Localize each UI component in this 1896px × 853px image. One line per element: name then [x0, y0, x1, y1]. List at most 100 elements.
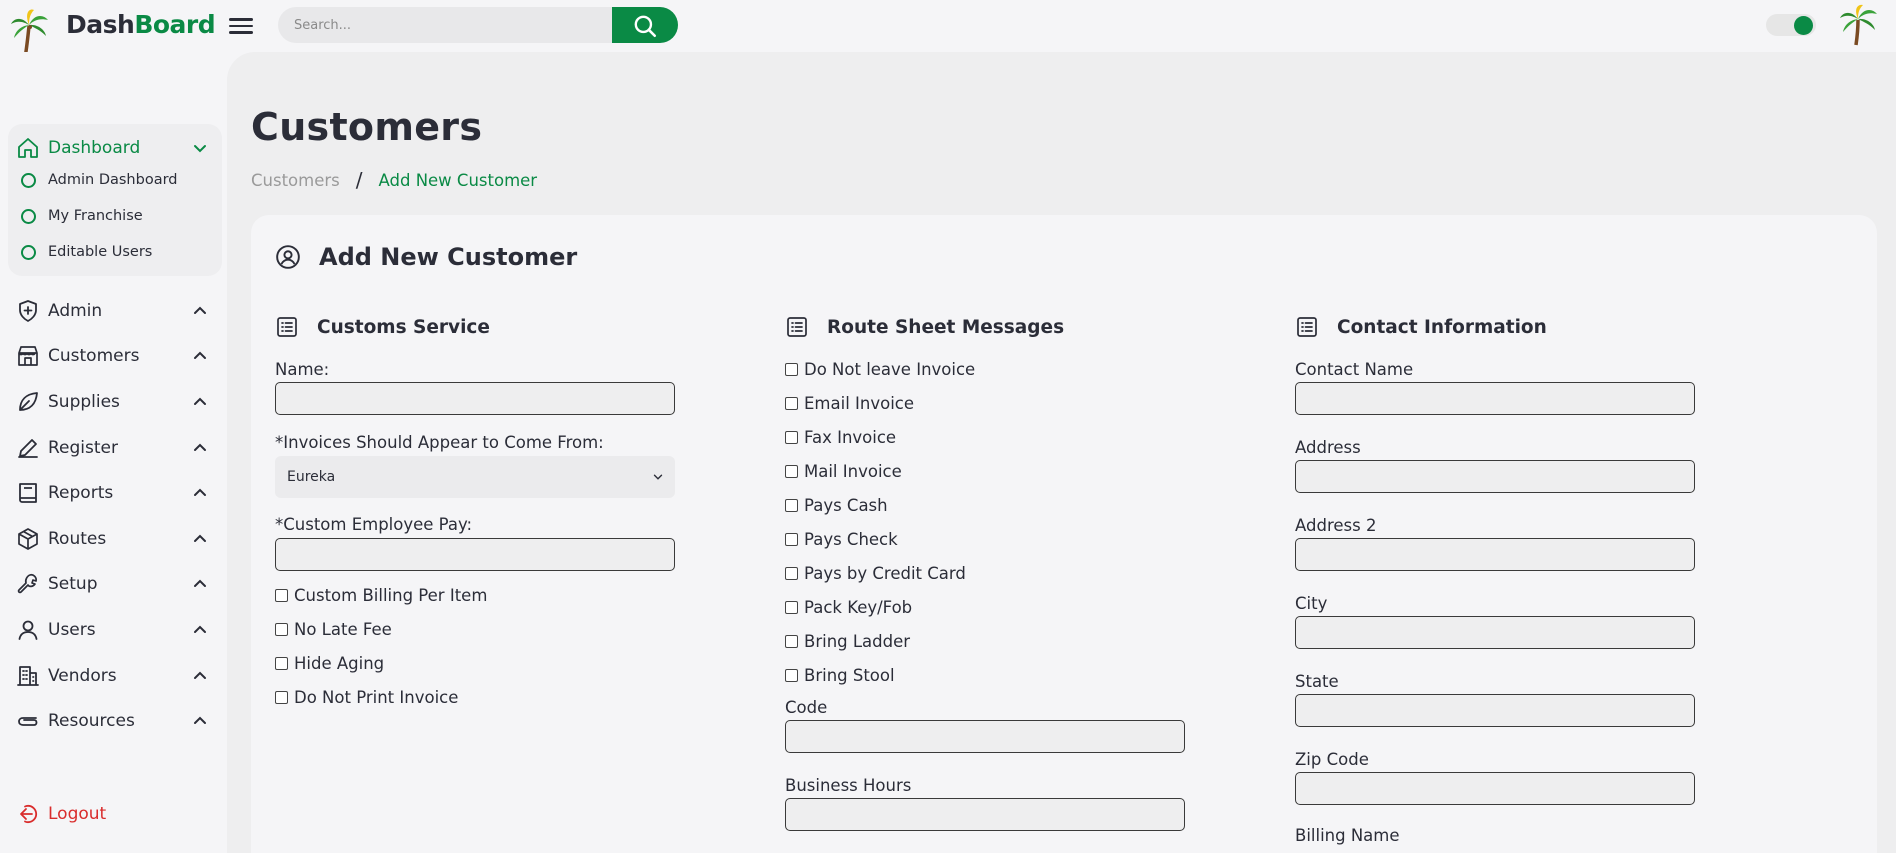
sidebar-item-customers[interactable]: Customers — [0, 338, 227, 374]
logout-label: Logout — [48, 804, 107, 824]
brand-title[interactable]: DashBoard — [66, 10, 216, 39]
list-icon — [277, 317, 297, 337]
checkbox-label: Custom Billing Per Item — [294, 586, 488, 605]
checkbox[interactable] — [785, 533, 798, 546]
checkbox-pays-cash[interactable]: Pays Cash — [785, 496, 888, 515]
checkbox[interactable] — [785, 397, 798, 410]
leaf-icon — [19, 392, 38, 411]
sidebar-item-register[interactable]: Register — [0, 430, 227, 466]
sidebar-item-admin[interactable]: Admin — [0, 293, 227, 329]
checkbox-hide-aging[interactable]: Hide Aging — [275, 654, 384, 673]
checkbox-custom-billing[interactable]: Custom Billing Per Item — [275, 586, 487, 605]
state-input[interactable] — [1295, 694, 1695, 727]
invoices-from-value: Eureka — [287, 469, 336, 485]
sidebar-item-label: Users — [48, 620, 96, 640]
checkbox-do-not-leave-invoice[interactable]: Do Not leave Invoice — [785, 360, 975, 379]
sidebar-item-supplies[interactable]: Supplies — [0, 384, 227, 420]
checkbox-label: Hide Aging — [294, 654, 385, 673]
card-title: Add New Customer — [319, 243, 578, 271]
name-input[interactable] — [275, 382, 675, 415]
checkbox[interactable] — [785, 465, 798, 478]
state-label: State — [1295, 672, 1339, 691]
avatar[interactable] — [1838, 4, 1878, 46]
code-input[interactable] — [785, 720, 1185, 753]
sidebar-subitem-admin-dashboard[interactable]: Admin Dashboard — [0, 166, 227, 194]
card-header: Add New Customer — [275, 243, 577, 271]
checkbox[interactable] — [785, 499, 798, 512]
chevron-up-icon — [194, 671, 206, 679]
contact-name-label: Contact Name — [1295, 360, 1414, 379]
logout-button[interactable]: Logout — [0, 800, 227, 828]
sidebar-item-label: Resources — [48, 711, 135, 731]
chevron-up-icon — [194, 306, 206, 314]
checkbox-label: Bring Stool — [804, 666, 895, 685]
sidebar-item-vendors[interactable]: Vendors — [0, 658, 227, 694]
address2-label: Address 2 — [1295, 516, 1377, 535]
sidebar-item-resources[interactable]: Resources — [0, 703, 227, 739]
address2-input[interactable] — [1295, 538, 1695, 571]
checkbox[interactable] — [275, 589, 288, 602]
sidebar-item-dashboard[interactable]: Dashboard — [0, 130, 227, 166]
checkbox-pays-check[interactable]: Pays Check — [785, 530, 898, 549]
sidebar-item-routes[interactable]: Routes — [0, 521, 227, 557]
list-icon — [1297, 317, 1317, 337]
breadcrumb-current[interactable]: Add New Customer — [379, 171, 538, 190]
address-label: Address — [1295, 438, 1361, 457]
employee-pay-input[interactable] — [275, 538, 675, 571]
sidebar-subitem-my-franchise[interactable]: My Franchise — [0, 202, 227, 230]
checkbox[interactable] — [785, 669, 798, 682]
store-icon — [18, 346, 38, 366]
sidebar-item-setup[interactable]: Setup — [0, 566, 227, 602]
breadcrumb-customers[interactable]: Customers — [251, 171, 340, 190]
checkbox-pays-credit-card[interactable]: Pays by Credit Card — [785, 564, 966, 583]
sidebar-item-label: Setup — [48, 574, 98, 594]
search-button[interactable] — [612, 7, 678, 43]
shield-plus-icon — [19, 300, 37, 322]
page-title: Customers — [251, 105, 483, 149]
checkbox[interactable] — [785, 567, 798, 580]
menu-toggle-button[interactable] — [229, 14, 253, 36]
checkbox-label: Pays Check — [804, 530, 898, 549]
checkbox[interactable] — [785, 601, 798, 614]
checkbox-do-not-print[interactable]: Do Not Print Invoice — [275, 688, 458, 707]
checkbox[interactable] — [785, 363, 798, 376]
checkbox[interactable] — [275, 691, 288, 704]
checkbox[interactable] — [785, 431, 798, 444]
search-input[interactable] — [278, 7, 614, 43]
book-icon — [19, 483, 37, 503]
sidebar-subitem-label: Admin Dashboard — [48, 172, 178, 188]
city-label: City — [1295, 594, 1328, 613]
sidebar-subitem-label: My Franchise — [48, 208, 143, 224]
main-content: Customers Customers / Add New Customer A… — [227, 52, 1896, 853]
checkbox-fax-invoice[interactable]: Fax Invoice — [785, 428, 896, 447]
checkbox-no-late-fee[interactable]: No Late Fee — [275, 620, 392, 639]
city-input[interactable] — [1295, 616, 1695, 649]
sidebar-subitem-editable-users[interactable]: Editable Users — [0, 238, 227, 266]
theme-toggle[interactable] — [1766, 14, 1816, 36]
circle-icon — [21, 172, 36, 188]
checkbox-label: Mail Invoice — [804, 462, 902, 481]
chevron-up-icon — [194, 488, 206, 496]
business-hours-input[interactable] — [785, 798, 1185, 831]
section-header: Contact Information — [1295, 315, 1547, 339]
checkbox-bring-ladder[interactable]: Bring Ladder — [785, 632, 910, 651]
zip-code-input[interactable] — [1295, 772, 1695, 805]
checkbox-bring-stool[interactable]: Bring Stool — [785, 666, 895, 685]
address-input[interactable] — [1295, 460, 1695, 493]
chevron-up-icon — [194, 351, 206, 359]
section-title: Route Sheet Messages — [827, 316, 1065, 338]
sidebar-item-reports[interactable]: Reports — [0, 475, 227, 511]
chevron-up-icon — [194, 534, 206, 542]
add-customer-card: Add New Customer Customs Service Name: *… — [251, 215, 1877, 853]
invoices-from-select[interactable]: Eureka — [275, 456, 675, 498]
checkbox-pack-key-fob[interactable]: Pack Key/Fob — [785, 598, 912, 617]
checkbox-mail-invoice[interactable]: Mail Invoice — [785, 462, 902, 481]
sidebar-item-users[interactable]: Users — [0, 612, 227, 648]
checkbox[interactable] — [275, 657, 288, 670]
contact-name-input[interactable] — [1295, 382, 1695, 415]
chevron-up-icon — [194, 625, 206, 633]
checkbox-email-invoice[interactable]: Email Invoice — [785, 394, 914, 413]
checkbox[interactable] — [275, 623, 288, 636]
chevron-down-icon — [194, 145, 206, 153]
checkbox[interactable] — [785, 635, 798, 648]
